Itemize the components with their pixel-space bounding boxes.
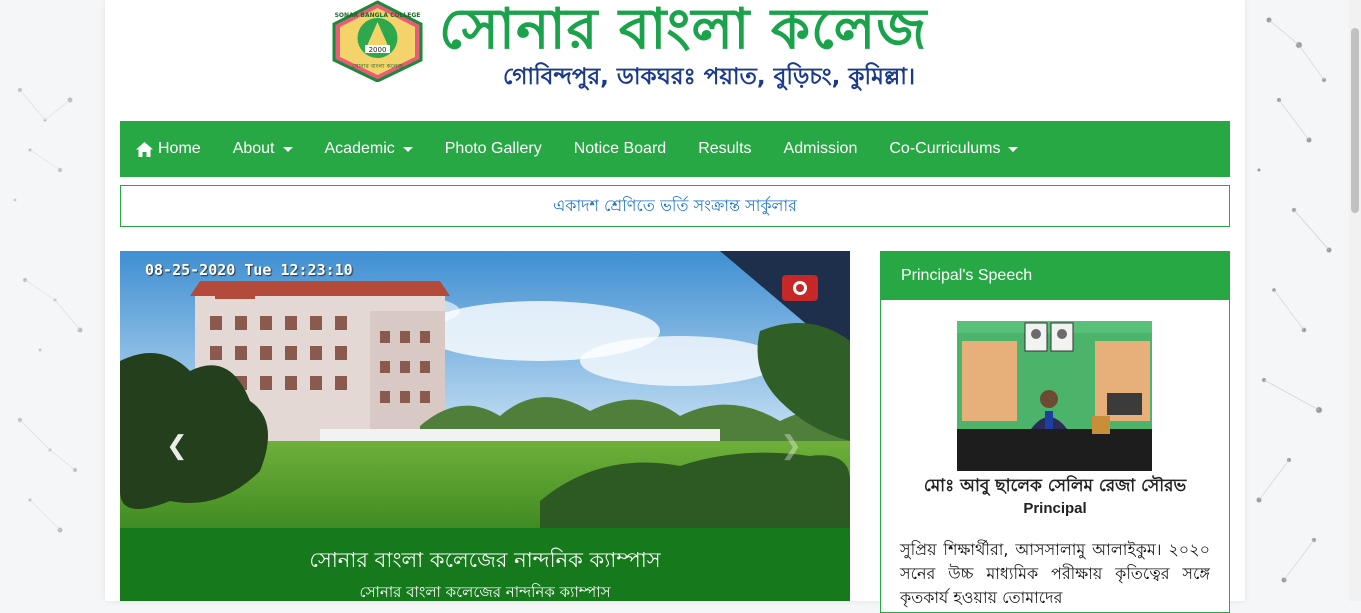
nav-results-label: Results [698,140,752,157]
page-container: 2000 SONAR BANGLA COLLEGE সোনার বাংলা কল… [105,0,1245,613]
nav-notice-board-label: Notice Board [573,140,667,157]
background-pattern-right [1239,0,1349,601]
notice-link[interactable]: একাদশ শ্রেণিতে ভর্তি সংক্রান্ত সার্কুলার [553,193,797,220]
nav-about-label: About [232,140,275,157]
nav-home-label: Home [158,140,201,157]
principal-name: মোঃ আবু ছালেক সেলিম রেজা সৌরভ [923,476,1187,496]
college-logo[interactable]: 2000 SONAR BANGLA COLLEGE সোনার বাংলা কল… [329,0,426,83]
nav-photo-gallery-label: Photo Gallery [444,140,542,157]
photo-timestamp: 08-25-2020 Tue 12:23:10 [145,261,353,279]
nav-photo-gallery[interactable]: Photo Gallery [429,121,558,177]
nav-co-curriculums[interactable]: Co-Curriculums [873,121,1034,177]
carousel-caption: সোনার বাংলা কলেজের নান্দনিক ক্যাম্পাস সো… [120,528,850,601]
notice-marquee[interactable]: একাদশ শ্রেণিতে ভর্তি সংক্রান্ত সার্কুলার [120,185,1230,227]
card-header: Principal's Speech [881,252,1229,300]
college-address: গোবিন্দপুর, ডাকঘরঃ পয়াত, বুড়িচং, কুমিল… [503,64,916,90]
nav-admission[interactable]: Admission [768,121,874,177]
nav-results[interactable]: Results [682,121,767,177]
caption-title: সোনার বাংলা কলেজের নান্দনিক ক্যাম্পাস [309,548,661,572]
nav-admission-label: Admission [783,140,858,157]
nav-notice-board[interactable]: Notice Board [558,121,683,177]
nav-about[interactable]: About [217,121,309,177]
nav-home[interactable]: Home [120,121,217,177]
scrollbar-thumb[interactable] [1351,28,1359,213]
caret-down-icon [402,146,413,152]
logo-year: 2000 [369,46,387,54]
caret-down-icon [282,146,293,152]
card-title: Principal's Speech [901,267,1033,284]
nav-academic-label: Academic [324,140,395,157]
nav-academic[interactable]: Academic [309,121,429,177]
principal-speech-text: সুপ্রিয় শিক্ষার্থীরা, আসসালামু আলাইকুম।… [900,540,1210,607]
caret-down-icon [1008,146,1019,152]
chevron-right-icon[interactable]: ❯ [780,431,802,461]
principal-title: Principal [1023,500,1087,517]
background-pattern-left [0,0,110,601]
main-navbar: Home About Academic Photo Gallery Notice… [120,121,1230,177]
chevron-left-icon[interactable]: ❮ [166,431,188,461]
site-header: 2000 SONAR BANGLA COLLEGE সোনার বাংলা কল… [105,0,1245,110]
logo-text-top: SONAR BANGLA COLLEGE [335,12,421,19]
nav-co-curriculums-label: Co-Curriculums [889,140,1001,157]
caption-subtitle: সোনার বাংলা কলেজের নান্দনিক ক্যাম্পাস [359,583,611,601]
home-icon [136,141,153,157]
page-scrollbar[interactable] [1349,0,1361,601]
image-carousel[interactable]: 08-25-2020 Tue 12:23:10 ❮ ❯ সোনার বাংলা … [120,251,850,601]
logo-text-bottom: সোনার বাংলা কলেজ [352,63,404,70]
principal-speech-card: Principal's Speech মোঃ আবু ছালেক সেলিম র… [880,251,1230,613]
principal-photo [957,321,1152,471]
